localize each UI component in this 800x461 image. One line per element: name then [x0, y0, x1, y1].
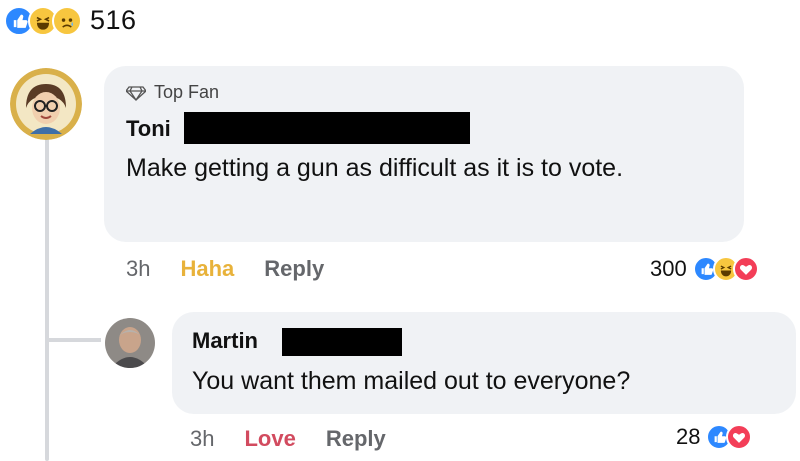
reaction-count: 300: [650, 256, 687, 281]
comment-text: Make getting a gun as difficult as it is…: [126, 154, 624, 182]
love-icon: [726, 424, 753, 450]
comment-reaction-summary[interactable]: 28: [676, 424, 753, 450]
badge-label: Top Fan: [154, 82, 220, 102]
diamond-icon: [126, 85, 146, 101]
comment-author[interactable]: Toni: [126, 116, 171, 142]
love-icon: [732, 256, 759, 282]
reaction-button[interactable]: Love: [244, 426, 295, 452]
comment-reaction-summary[interactable]: 300: [650, 256, 759, 282]
comment-thread: 516 Top Fan Toni Make getting a gun as d…: [0, 0, 800, 461]
reply-button[interactable]: Reply: [264, 256, 324, 282]
reaction-count: 516: [90, 5, 137, 35]
reaction-count: 28: [676, 424, 701, 449]
thread-line: [45, 130, 49, 461]
top-fan-badge: Top Fan: [126, 82, 219, 103]
redaction-bar: [184, 112, 470, 144]
avatar[interactable]: [105, 318, 155, 368]
comment-actions: 3h Love Reply: [190, 426, 386, 452]
thread-branch: [45, 338, 101, 342]
comment-bubble: Top Fan Toni Make getting a gun as diffi…: [104, 66, 744, 242]
comment-author[interactable]: Martin: [192, 328, 258, 354]
avatar[interactable]: [10, 68, 82, 140]
comment-actions: 3h Haha Reply: [126, 256, 324, 282]
sad-icon: [52, 5, 82, 36]
comment-text: You want them mailed out to everyone?: [192, 367, 631, 395]
comment-timestamp[interactable]: 3h: [190, 426, 214, 452]
redaction-bar: [282, 328, 402, 356]
comment-bubble: Martin You want them mailed out to every…: [172, 312, 796, 414]
reply-button[interactable]: Reply: [326, 426, 386, 452]
post-reaction-summary[interactable]: 516: [4, 5, 137, 36]
reaction-button[interactable]: Haha: [180, 256, 234, 282]
comment-timestamp[interactable]: 3h: [126, 256, 150, 282]
